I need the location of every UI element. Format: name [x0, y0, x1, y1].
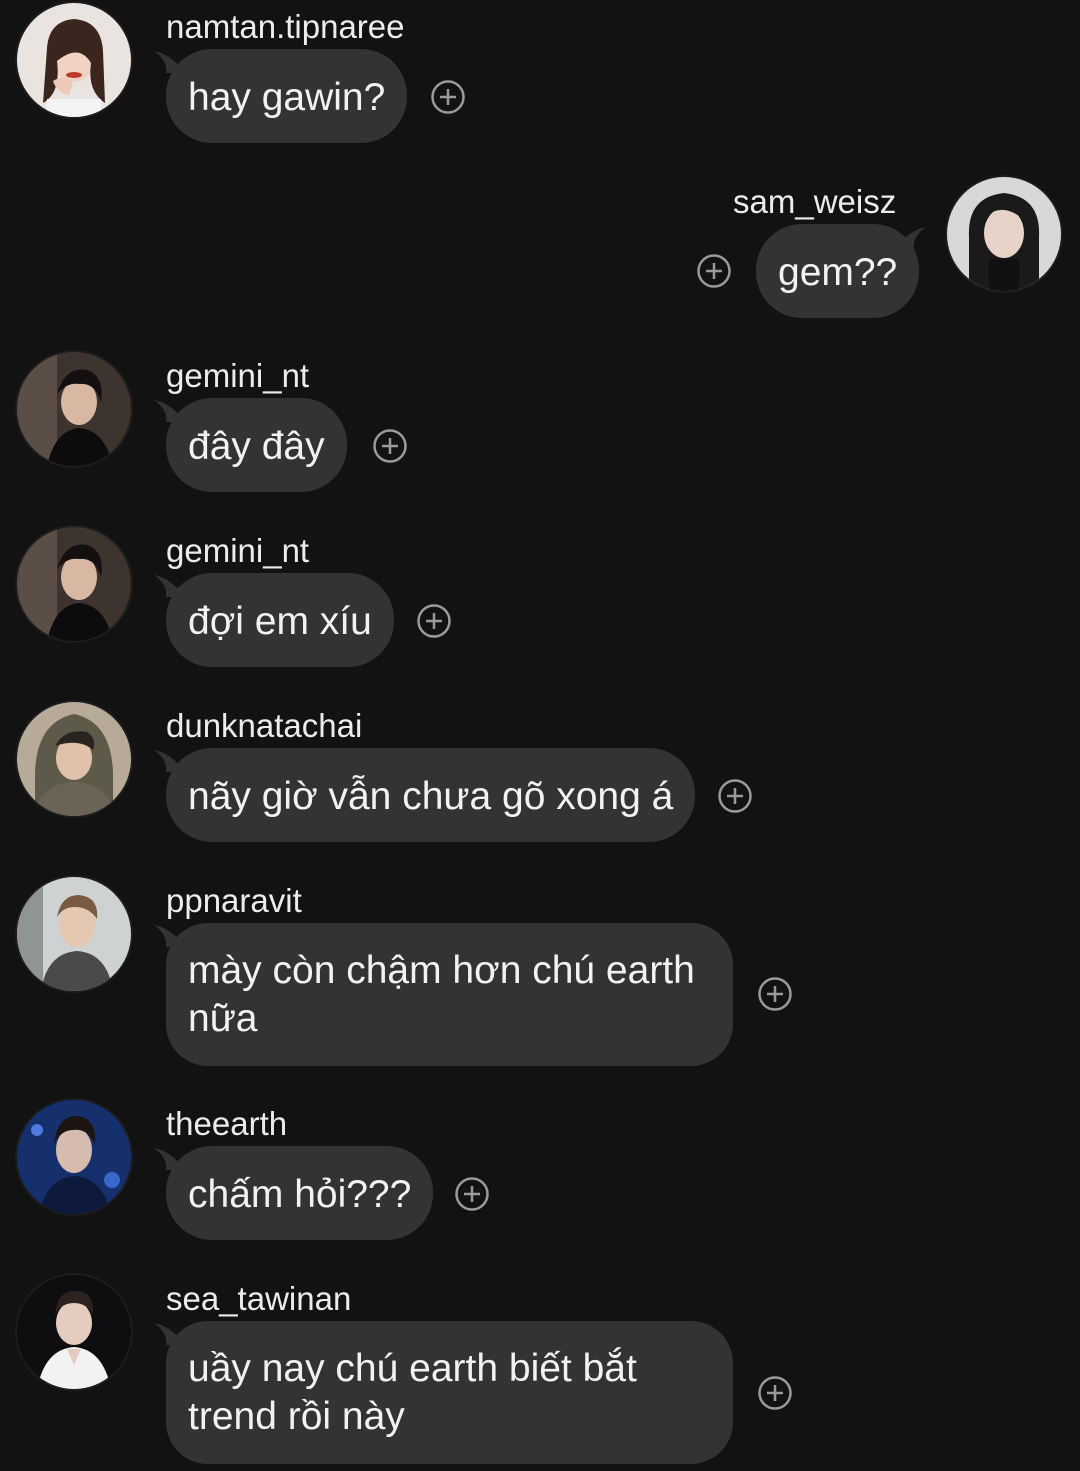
avatar-earth-image [17, 1100, 131, 1214]
message-row: gemini_nt đây đây [0, 350, 1080, 500]
avatar[interactable] [17, 3, 131, 117]
message-text-line: nữa [188, 997, 258, 1040]
avatar[interactable] [17, 1275, 131, 1389]
message-row: namtan.tipnaree hay gawin? [0, 0, 1080, 150]
add-reaction-icon[interactable] [430, 79, 466, 115]
avatar[interactable] [17, 352, 131, 466]
add-reaction-icon[interactable] [696, 253, 732, 289]
avatar[interactable] [17, 877, 131, 991]
message-bubble[interactable]: hay gawin? [166, 49, 408, 143]
add-reaction-icon[interactable] [757, 1375, 793, 1411]
username: theearth [166, 1105, 288, 1142]
avatar[interactable] [17, 1100, 131, 1214]
message-text: gem?? [778, 251, 898, 294]
message-bubble[interactable]: nãy giờ vẫn chưa gõ xong á [166, 748, 696, 842]
message-text: đây đây [188, 425, 325, 468]
username: sam_weisz [733, 183, 897, 220]
message-text: đợi em xíu [188, 600, 372, 643]
avatar-sea-image [17, 1275, 131, 1389]
add-reaction-icon[interactable] [372, 428, 408, 464]
message-row: ppnaravit mày còn chậm hơn chú earth nữa [0, 875, 1080, 1075]
avatar[interactable] [17, 527, 131, 641]
message-bubble[interactable]: uầy nay chú earth biết bắt trend rồi này [166, 1321, 733, 1464]
message-bubble[interactable]: đây đây [166, 398, 347, 492]
message-bubble[interactable]: chấm hỏi??? [166, 1146, 434, 1240]
username: sea_tawinan [166, 1280, 352, 1317]
avatar[interactable] [947, 177, 1061, 291]
avatar-namtan-image [17, 3, 131, 117]
message-row: sea_tawinan uầy nay chú earth biết bắt t… [0, 1273, 1080, 1471]
message-bubble[interactable]: gem?? [756, 224, 920, 318]
add-reaction-icon[interactable] [717, 778, 753, 814]
message-row: theearth chấm hỏi??? [0, 1098, 1080, 1248]
username: gemini_nt [166, 357, 310, 394]
avatar-sam-image [947, 177, 1061, 291]
avatar[interactable] [17, 702, 131, 816]
add-reaction-icon[interactable] [454, 1176, 490, 1212]
username: gemini_nt [166, 532, 310, 569]
avatar-gemini-image [17, 527, 131, 641]
avatar-pp-image [17, 877, 131, 991]
add-reaction-icon[interactable] [757, 976, 793, 1012]
username: ppnaravit [166, 882, 302, 919]
message-text-line: mày còn chậm hơn chú earth [188, 949, 695, 992]
message-text-line: trend rồi này [188, 1395, 405, 1438]
message-row: gemini_nt đợi em xíu [0, 525, 1080, 675]
message-text: hay gawin? [188, 76, 386, 119]
avatar-dunk-image [17, 702, 131, 816]
add-reaction-icon[interactable] [416, 603, 452, 639]
message-text: chấm hỏi??? [188, 1173, 412, 1216]
message-bubble[interactable]: mày còn chậm hơn chú earth nữa [166, 923, 733, 1066]
message-text: nãy giờ vẫn chưa gõ xong á [188, 775, 674, 818]
username: namtan.tipnaree [166, 8, 405, 45]
chat-thread: namtan.tipnaree hay gawin? sam_weisz gem… [0, 0, 1080, 1471]
message-bubble[interactable]: đợi em xíu [166, 573, 394, 667]
message-row: sam_weisz gem?? [0, 170, 1080, 320]
avatar-gemini-image [17, 352, 131, 466]
message-text-line: uầy nay chú earth biết bắt [188, 1347, 637, 1390]
username: dunknatachai [166, 707, 363, 744]
message-row: dunknatachai nãy giờ vẫn chưa gõ xong á [0, 700, 1080, 850]
